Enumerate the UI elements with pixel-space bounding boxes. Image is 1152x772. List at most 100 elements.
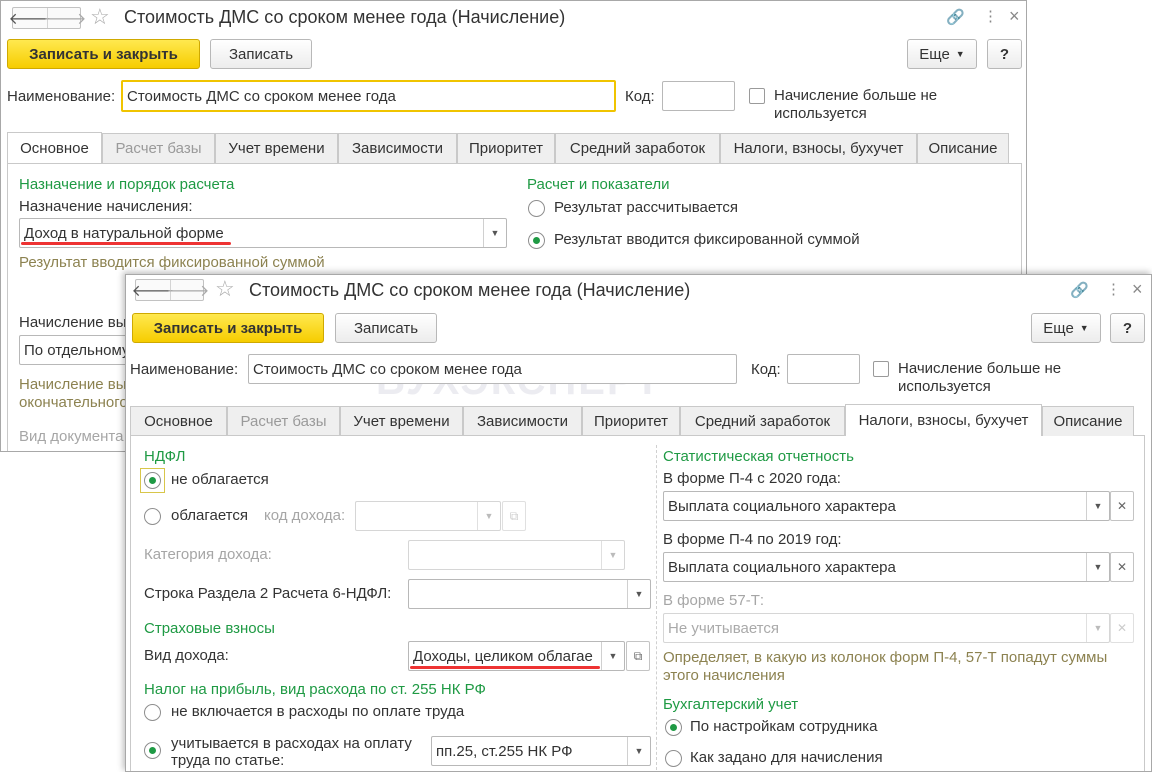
dropdown-arrow-icon[interactable]: ▼ bbox=[1086, 553, 1109, 581]
save-close-button[interactable]: Записать и закрыть bbox=[7, 39, 200, 69]
tab-zavisimosti[interactable]: Зависимости bbox=[338, 133, 457, 163]
ndfl-row-label: Строка Раздела 2 Расчета 6-НДФЛ: bbox=[144, 585, 392, 602]
unused-checkbox[interactable] bbox=[749, 88, 765, 104]
income-type-label: Вид дохода: bbox=[144, 647, 229, 664]
code-input[interactable] bbox=[787, 354, 860, 384]
help-button[interactable]: ? bbox=[1110, 313, 1145, 343]
tab-raschet-bazy[interactable]: Расчет базы bbox=[102, 133, 215, 163]
save-button[interactable]: Записать bbox=[335, 313, 437, 343]
ndfl-title: НДФЛ bbox=[144, 448, 186, 465]
radio-by-accrual[interactable] bbox=[665, 750, 682, 767]
income-code-label: код дохода: bbox=[264, 507, 346, 524]
open-icon[interactable]: ⧉ bbox=[626, 641, 650, 671]
name-input[interactable]: Стоимость ДМС со сроком менее года bbox=[248, 354, 737, 384]
tab-nalogi[interactable]: Налоги, взносы, бухучет bbox=[720, 133, 917, 163]
tab-osnovnoe[interactable]: Основное bbox=[7, 132, 102, 164]
tab-prioritet[interactable]: Приоритет bbox=[457, 133, 555, 163]
final-label-1: Начисление вы bbox=[19, 376, 127, 393]
stats-note-1: Определяет, в какую из колонок форм П-4,… bbox=[663, 649, 1108, 666]
name-label: Наименование: bbox=[130, 361, 239, 378]
tab-prioritet[interactable]: Приоритет bbox=[582, 406, 680, 436]
save-button[interactable]: Записать bbox=[210, 39, 312, 69]
name-input[interactable]: Стоимость ДМС со сроком менее года bbox=[121, 80, 616, 112]
radio-by-accrual-label: Как задано для начисления bbox=[690, 749, 883, 766]
tab-raschet-bazy[interactable]: Расчет базы bbox=[227, 406, 340, 436]
p4-2020-value: Выплата социального характера bbox=[668, 497, 896, 515]
more-button[interactable]: Еще ▼ bbox=[907, 39, 977, 69]
close-icon[interactable]: × bbox=[1009, 6, 1020, 27]
radio-calculated[interactable] bbox=[528, 200, 545, 217]
tab-zavisimosti[interactable]: Зависимости bbox=[463, 406, 582, 436]
radio-calculated-label: Результат рассчитывается bbox=[554, 199, 739, 216]
tab-nalogi[interactable]: Налоги, взносы, бухучет bbox=[845, 404, 1042, 436]
front-window: БУХЭКСПЕРТ 🡐 🡒 ☆ Стоимость ДМС со сроком… bbox=[125, 274, 1152, 772]
red-underline bbox=[410, 666, 600, 669]
unused-checkbox[interactable] bbox=[873, 361, 889, 377]
radio-not-included-label: не включается в расходы по оплате труда bbox=[171, 703, 465, 720]
f57-label: В форме 57-Т: bbox=[663, 592, 765, 609]
article-value: пп.25, ст.255 НК РФ bbox=[436, 742, 573, 760]
dropdown-arrow-icon[interactable]: ▼ bbox=[483, 219, 506, 247]
ndfl-row-select[interactable]: ▼ bbox=[408, 579, 651, 609]
link-icon[interactable]: 🔗 bbox=[946, 8, 965, 26]
more-vert-icon[interactable]: ⋮ bbox=[983, 7, 998, 25]
dropdown-arrow-icon[interactable]: ▼ bbox=[1086, 492, 1109, 520]
unused-label: Начисление больше не используется bbox=[774, 87, 938, 122]
tab-sredniy-zarabotok[interactable]: Средний заработок bbox=[555, 133, 720, 163]
forward-arrow-icon[interactable]: 🡒 bbox=[44, 8, 86, 28]
tab-sredniy-zarabotok[interactable]: Средний заработок bbox=[680, 406, 845, 436]
link-icon[interactable]: 🔗 bbox=[1070, 281, 1089, 299]
star-icon[interactable]: ☆ bbox=[90, 4, 110, 30]
dropdown-arrow-icon: ▼ bbox=[477, 502, 500, 530]
radio-included[interactable] bbox=[144, 742, 161, 759]
radio-by-employee[interactable] bbox=[665, 719, 682, 736]
radio-not-taxed[interactable] bbox=[144, 472, 161, 489]
radio-not-included[interactable] bbox=[144, 704, 161, 721]
insurance-title: Страховые взносы bbox=[144, 620, 275, 637]
category-label: Категория дохода: bbox=[144, 546, 272, 563]
purpose-value: Доход в натуральной форме bbox=[24, 224, 224, 242]
radio-taxed-label: облагается bbox=[171, 507, 249, 524]
code-label: Код: bbox=[625, 88, 655, 105]
radio-fixed[interactable] bbox=[528, 232, 545, 249]
nav-buttons: 🡐 🡒 bbox=[132, 279, 209, 301]
tab-opisanie[interactable]: Описание bbox=[1042, 406, 1134, 436]
dropdown-arrow-icon: ▼ bbox=[1086, 614, 1109, 642]
dropdown-arrow-icon[interactable]: ▼ bbox=[601, 642, 624, 670]
help-button[interactable]: ? bbox=[987, 39, 1022, 69]
column-divider bbox=[656, 445, 657, 770]
save-close-button[interactable]: Записать и закрыть bbox=[132, 313, 324, 343]
accrual-value: По отдельному bbox=[24, 341, 130, 359]
accrual-select[interactable]: По отдельному bbox=[19, 335, 139, 365]
dropdown-arrow-icon[interactable]: ▼ bbox=[627, 737, 650, 765]
radio-included-label-2: труда по статье: bbox=[171, 752, 285, 769]
back-arrow-icon[interactable]: 🡐 bbox=[9, 8, 52, 28]
tab-opisanie[interactable]: Описание bbox=[917, 133, 1009, 163]
profit-tax-title: Налог на прибыль, вид расхода по ст. 255… bbox=[144, 681, 486, 698]
more-vert-icon[interactable]: ⋮ bbox=[1106, 280, 1121, 298]
tab-osnovnoe[interactable]: Основное bbox=[130, 406, 227, 436]
p4-2019-select[interactable]: Выплата социального характера ▼ bbox=[663, 552, 1110, 582]
radio-taxed[interactable] bbox=[144, 508, 161, 525]
category-select: ▼ bbox=[408, 540, 625, 570]
back-arrow-icon[interactable]: 🡐 bbox=[132, 280, 175, 300]
tab-uchet-vremeni[interactable]: Учет времени bbox=[340, 406, 463, 436]
p4-2020-select[interactable]: Выплата социального характера ▼ bbox=[663, 491, 1110, 521]
clear-icon[interactable]: ✕ bbox=[1110, 552, 1134, 582]
clear-icon[interactable]: ✕ bbox=[1110, 491, 1134, 521]
code-input[interactable] bbox=[662, 81, 735, 111]
f57-select: Не учитывается ▼ bbox=[663, 613, 1110, 643]
dropdown-arrow-icon[interactable]: ▼ bbox=[627, 580, 650, 608]
close-icon[interactable]: × bbox=[1132, 279, 1143, 300]
article-select[interactable]: пп.25, ст.255 НК РФ ▼ bbox=[431, 736, 651, 766]
radio-fixed-label: Результат вводится фиксированной суммой bbox=[554, 231, 860, 248]
star-icon[interactable]: ☆ bbox=[215, 276, 235, 302]
nav-buttons: 🡐 🡒 bbox=[9, 7, 86, 29]
forward-arrow-icon[interactable]: 🡒 bbox=[167, 280, 209, 300]
more-button[interactable]: Еще ▼ bbox=[1031, 313, 1101, 343]
tab-uchet-vremeni[interactable]: Учет времени bbox=[215, 133, 338, 163]
stats-note-2: этого начисления bbox=[663, 667, 785, 684]
result-note: Результат вводится фиксированной суммой bbox=[19, 254, 325, 271]
doc-type-label: Вид документа bbox=[19, 428, 124, 445]
f57-value: Не учитывается bbox=[668, 619, 779, 637]
